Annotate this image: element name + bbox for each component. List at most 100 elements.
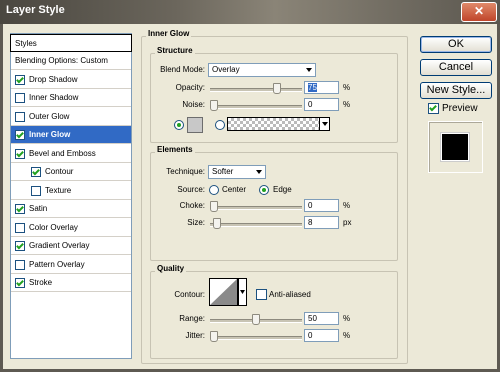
opacity-label: Opacity: <box>175 83 205 92</box>
chevron-down-icon <box>306 68 312 72</box>
style-checkbox[interactable] <box>31 167 41 177</box>
styles-list-item[interactable]: Satin <box>11 200 131 218</box>
close-button[interactable]: ✕ <box>461 2 497 22</box>
chevron-down-icon <box>256 170 262 174</box>
preview-checkbox[interactable] <box>428 103 439 114</box>
preview-swatch <box>441 133 469 161</box>
preview-label: Preview <box>442 103 478 114</box>
structure-title: Structure <box>155 46 195 55</box>
contour-picker[interactable] <box>209 278 247 306</box>
style-checkbox[interactable] <box>15 111 25 122</box>
noise-input[interactable]: 0 <box>304 98 339 111</box>
style-checkbox[interactable] <box>15 259 25 270</box>
style-item-label: Contour <box>45 167 74 176</box>
jitter-slider-thumb[interactable] <box>210 331 218 342</box>
style-item-label: Stroke <box>29 278 53 287</box>
range-slider-thumb[interactable] <box>252 314 260 325</box>
style-item-label: Texture <box>45 185 72 195</box>
style-checkbox[interactable] <box>15 93 25 103</box>
jitter-slider[interactable] <box>210 336 302 340</box>
style-checkbox[interactable] <box>15 278 25 288</box>
opacity-slider-thumb[interactable] <box>273 83 281 94</box>
source-edge-radio[interactable] <box>259 185 269 195</box>
jitter-unit: % <box>343 331 351 340</box>
opacity-input[interactable]: 75 <box>304 81 339 94</box>
style-checkbox[interactable] <box>31 185 41 196</box>
style-item-label: Drop Shadow <box>29 74 78 84</box>
noise-slider-thumb[interactable] <box>210 100 218 111</box>
style-item-label: Bevel and Emboss <box>29 148 96 158</box>
style-item-label: Outer Glow <box>29 111 70 121</box>
style-checkbox[interactable] <box>15 241 25 251</box>
style-item-label: Color Overlay <box>29 222 78 232</box>
technique-value: Softer <box>212 167 234 176</box>
color-fill-radio[interactable] <box>174 120 184 130</box>
styles-list-item[interactable]: Outer Glow <box>11 108 131 126</box>
cancel-button[interactable]: Cancel <box>420 59 492 76</box>
opacity-unit: % <box>343 83 351 92</box>
blend-mode-label: Blend Mode: <box>160 65 205 74</box>
size-unit: px <box>343 218 352 227</box>
styles-list-item[interactable]: Blending Options: Custom <box>11 52 131 70</box>
styles-list-item[interactable]: Pattern Overlay <box>11 256 131 274</box>
style-checkbox[interactable] <box>15 222 25 233</box>
choke-slider[interactable] <box>210 206 302 210</box>
blend-mode-select[interactable]: Overlay <box>208 63 316 77</box>
source-center-label: Center <box>222 185 247 194</box>
glow-gradient-picker[interactable] <box>227 117 330 131</box>
styles-list-item[interactable]: Stroke <box>11 274 131 292</box>
size-slider-thumb[interactable] <box>212 218 221 229</box>
styles-list-item[interactable]: Bevel and Emboss <box>11 145 131 163</box>
source-label: Source: <box>177 185 205 194</box>
range-label: Range: <box>179 314 205 323</box>
style-checkbox[interactable] <box>15 204 25 214</box>
range-input[interactable]: 50 <box>304 312 339 325</box>
size-input[interactable]: 8 <box>304 216 339 229</box>
style-checkbox[interactable] <box>15 148 25 159</box>
anti-aliased-label: Anti-aliased <box>269 290 311 299</box>
blend-mode-value: Overlay <box>212 65 240 74</box>
range-value: 50 <box>308 314 317 323</box>
style-checkbox[interactable] <box>15 74 25 85</box>
styles-list-item[interactable]: Color Overlay <box>11 219 131 237</box>
styles-list-item[interactable]: Inner Shadow <box>11 89 131 107</box>
opacity-value: 75 <box>308 83 317 92</box>
choke-input[interactable]: 0 <box>304 199 339 212</box>
source-center-radio[interactable] <box>209 185 219 195</box>
ok-button[interactable]: OK <box>420 36 492 53</box>
glow-color-swatch[interactable] <box>187 117 203 133</box>
style-item-label: Gradient Overlay <box>29 241 90 250</box>
noise-label: Noise: <box>182 100 205 109</box>
styles-list-item[interactable]: Gradient Overlay <box>11 237 131 255</box>
styles-list-item[interactable]: Texture <box>11 182 131 200</box>
jitter-value: 0 <box>308 331 313 340</box>
layer-style-dialog: Styles Blending Options: Custom Drop Shad… <box>3 24 497 369</box>
jitter-input[interactable]: 0 <box>304 329 339 342</box>
size-slider[interactable] <box>210 223 302 227</box>
styles-list-item[interactable]: Contour <box>11 163 131 181</box>
technique-select[interactable]: Softer <box>208 165 266 179</box>
title-bar[interactable]: Layer Style ✕ <box>0 0 500 24</box>
choke-slider-thumb[interactable] <box>210 201 218 212</box>
styles-list-item[interactable]: Drop Shadow <box>11 71 131 89</box>
noise-slider[interactable] <box>210 105 302 109</box>
gradient-dropdown-button[interactable] <box>319 118 329 130</box>
choke-label: Choke: <box>179 201 205 210</box>
quality-title: Quality <box>155 264 187 273</box>
noise-unit: % <box>343 100 351 109</box>
style-item-label: Satin <box>29 204 48 213</box>
anti-aliased-checkbox[interactable] <box>256 289 267 300</box>
close-icon: ✕ <box>473 4 485 18</box>
style-checkbox[interactable] <box>15 130 25 140</box>
styles-header[interactable]: Styles <box>10 34 132 52</box>
contour-curve-icon <box>209 278 247 306</box>
style-preview-thumbnail <box>428 121 483 173</box>
new-style-button[interactable]: New Style... <box>420 82 492 99</box>
range-unit: % <box>343 314 351 323</box>
noise-value: 0 <box>308 100 313 109</box>
styles-list-item[interactable]: Inner Glow <box>11 126 131 144</box>
gradient-fill-radio[interactable] <box>215 120 225 130</box>
opacity-slider[interactable] <box>210 88 302 92</box>
contour-label: Contour: <box>174 290 205 299</box>
style-item-label: Inner Shadow <box>29 93 79 102</box>
